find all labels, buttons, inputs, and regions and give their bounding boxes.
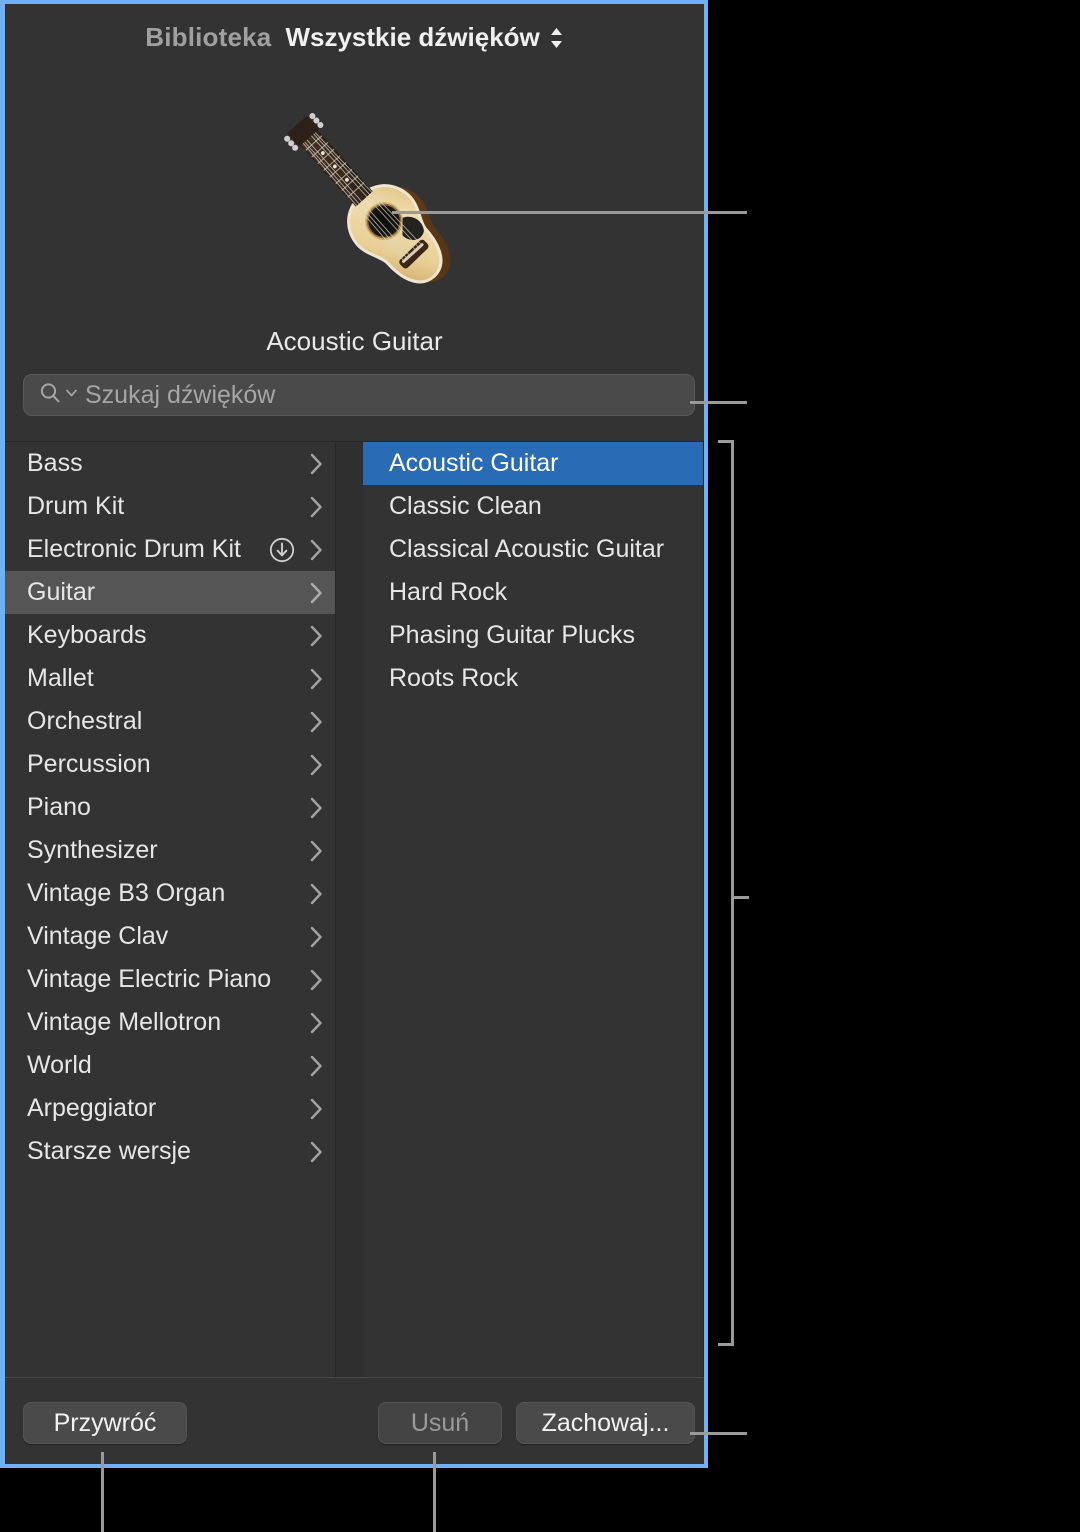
category-label: Percussion bbox=[27, 750, 151, 778]
callout-line-restore bbox=[101, 1452, 104, 1532]
chevron-right-icon[interactable] bbox=[308, 1096, 325, 1122]
category-label: Guitar bbox=[27, 578, 96, 606]
up-down-chevron-icon bbox=[549, 24, 564, 50]
patch-row[interactable]: Classic Clean bbox=[363, 485, 703, 528]
category-row[interactable]: Piano bbox=[5, 786, 335, 829]
chevron-right-icon[interactable] bbox=[308, 451, 325, 477]
category-label: Vintage Mellotron bbox=[27, 1008, 222, 1036]
sound-set-popup-label: Wszystkie dźwięków bbox=[285, 21, 540, 52]
chevron-right-icon[interactable] bbox=[308, 580, 325, 606]
category-label: Electronic Drum Kit bbox=[27, 535, 241, 563]
search-icon bbox=[38, 381, 62, 410]
category-row[interactable]: Percussion bbox=[5, 743, 335, 786]
category-row[interactable]: Electronic Drum Kit bbox=[5, 528, 335, 571]
category-row[interactable]: Vintage Electric Piano bbox=[5, 958, 335, 1001]
category-label: Orchestral bbox=[27, 707, 143, 735]
patch-row[interactable]: Acoustic Guitar bbox=[363, 442, 703, 485]
library-browser: Bass Drum Kit Electronic Drum Kit Guitar Key… bbox=[5, 441, 704, 1377]
category-label: Vintage Clav bbox=[27, 922, 169, 950]
restore-button[interactable]: Przywróć bbox=[23, 1402, 187, 1444]
category-row[interactable]: World bbox=[5, 1044, 335, 1087]
category-label: Arpeggiator bbox=[27, 1094, 157, 1122]
acoustic-guitar-image bbox=[241, 76, 491, 326]
chevron-right-icon[interactable] bbox=[308, 752, 325, 778]
patch-row[interactable]: Roots Rock bbox=[363, 657, 703, 700]
callout-line-preview bbox=[392, 211, 747, 214]
chevron-right-icon[interactable] bbox=[308, 537, 325, 563]
category-label: Vintage B3 Organ bbox=[27, 879, 226, 907]
category-row[interactable]: Vintage B3 Organ bbox=[5, 872, 335, 915]
category-row[interactable]: Mallet bbox=[5, 657, 335, 700]
category-row[interactable]: Guitar bbox=[5, 571, 335, 614]
category-row[interactable]: Synthesizer bbox=[5, 829, 335, 872]
library-footer: Przywróć Usuń Zachowaj... bbox=[5, 1377, 704, 1464]
category-label: Synthesizer bbox=[27, 836, 158, 864]
chevron-right-icon[interactable] bbox=[308, 967, 325, 993]
chevron-right-icon[interactable] bbox=[308, 838, 325, 864]
category-row[interactable]: Drum Kit bbox=[5, 485, 335, 528]
chevron-right-icon[interactable] bbox=[308, 1010, 325, 1036]
patch-row[interactable]: Phasing Guitar Plucks bbox=[363, 614, 703, 657]
callout-line-browser bbox=[731, 896, 749, 899]
patch-row[interactable]: Hard Rock bbox=[363, 571, 703, 614]
chevron-right-icon[interactable] bbox=[308, 1053, 325, 1079]
patch-preview-area: Acoustic Guitar bbox=[5, 70, 704, 370]
category-row[interactable]: Arpeggiator bbox=[5, 1087, 335, 1130]
chevron-right-icon[interactable] bbox=[308, 924, 325, 950]
category-row[interactable]: Starsze wersje bbox=[5, 1130, 335, 1173]
search-input[interactable]: Szukaj dźwięków bbox=[23, 374, 695, 416]
search-row: Szukaj dźwięków bbox=[5, 370, 704, 424]
column-divider bbox=[336, 442, 363, 1377]
callout-bracket-browser bbox=[718, 440, 734, 1346]
chevron-right-icon[interactable] bbox=[308, 1139, 325, 1165]
screenshot-root: Biblioteka Wszystkie dźwięków Acoustic G… bbox=[0, 0, 1080, 1532]
category-label: Vintage Electric Piano bbox=[27, 965, 272, 993]
category-row[interactable]: Orchestral bbox=[5, 700, 335, 743]
category-row[interactable]: Keyboards bbox=[5, 614, 335, 657]
chevron-right-icon[interactable] bbox=[308, 494, 325, 520]
save-button[interactable]: Zachowaj... bbox=[516, 1402, 695, 1444]
category-row[interactable]: Bass bbox=[5, 442, 335, 485]
download-icon[interactable] bbox=[268, 536, 296, 564]
category-label: Keyboards bbox=[27, 621, 147, 649]
chevron-right-icon[interactable] bbox=[308, 709, 325, 735]
library-header: Biblioteka Wszystkie dźwięków bbox=[5, 4, 704, 70]
patch-row[interactable]: Classical Acoustic Guitar bbox=[363, 528, 703, 571]
search-placeholder-text: Szukaj dźwięków bbox=[85, 380, 276, 409]
callout-line-search bbox=[690, 401, 747, 404]
category-label: Starsze wersje bbox=[27, 1137, 191, 1165]
category-label: Mallet bbox=[27, 664, 94, 692]
category-column[interactable]: Bass Drum Kit Electronic Drum Kit Guitar Key… bbox=[5, 442, 336, 1377]
category-label: Bass bbox=[27, 449, 83, 477]
category-row[interactable]: Vintage Clav bbox=[5, 915, 335, 958]
callout-line-save bbox=[690, 1432, 747, 1435]
page-title: Biblioteka bbox=[145, 21, 272, 52]
category-label: Piano bbox=[27, 793, 91, 821]
sound-set-popup-menu[interactable]: Wszystkie dźwięków bbox=[285, 22, 563, 53]
chevron-right-icon[interactable] bbox=[308, 795, 325, 821]
chevron-down-icon[interactable] bbox=[65, 386, 78, 404]
patch-column[interactable]: Acoustic Guitar Classic Clean Classical Ac… bbox=[363, 442, 704, 1377]
library-window: Biblioteka Wszystkie dźwięków Acoustic G… bbox=[0, 0, 708, 1468]
category-label: World bbox=[27, 1051, 92, 1079]
category-label: Drum Kit bbox=[27, 492, 125, 520]
chevron-right-icon[interactable] bbox=[308, 623, 325, 649]
callout-line-delete bbox=[433, 1452, 436, 1532]
category-row[interactable]: Vintage Mellotron bbox=[5, 1001, 335, 1044]
chevron-right-icon[interactable] bbox=[308, 881, 325, 907]
preview-patch-name: Acoustic Guitar bbox=[266, 326, 443, 356]
chevron-right-icon[interactable] bbox=[308, 666, 325, 692]
delete-button[interactable]: Usuń bbox=[378, 1402, 502, 1444]
